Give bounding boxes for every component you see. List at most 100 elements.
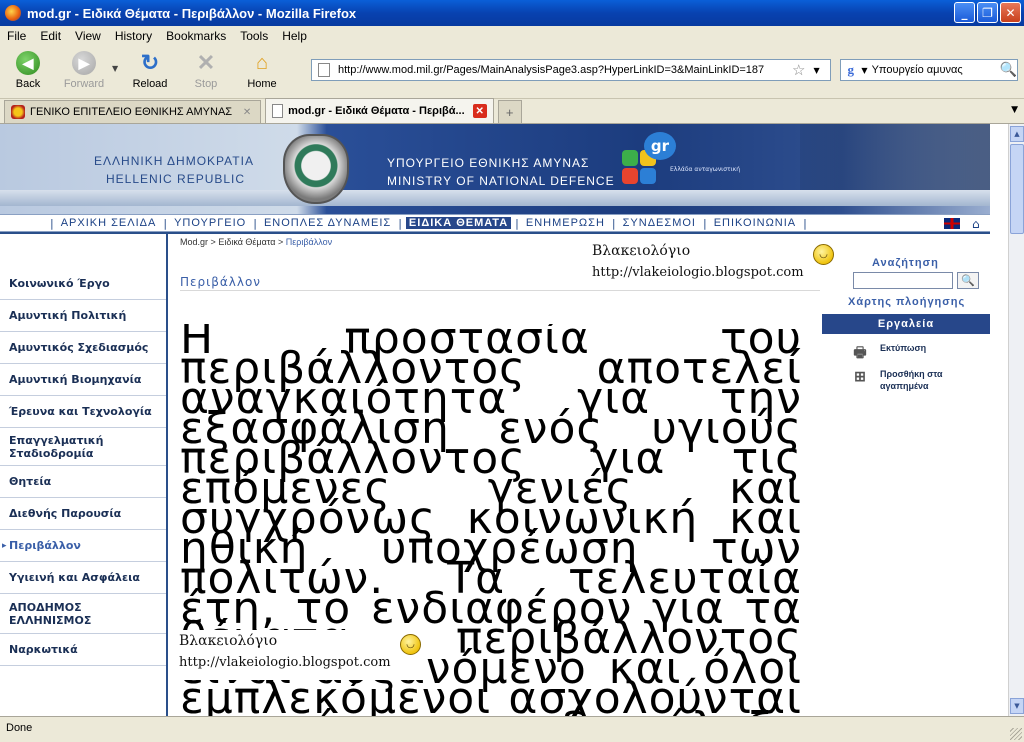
history-dropdown-icon[interactable]: ▼ [112, 64, 122, 73]
topnav-armed-forces[interactable]: ΕΝΟΠΛΕΣ ΔΥΝΑΜΕΙΣ [261, 217, 394, 229]
scroll-up-icon[interactable]: ▲ [1010, 126, 1024, 142]
sidebar-item-international[interactable]: Διεθνής Παρουσία [0, 498, 166, 530]
menu-history[interactable]: History [108, 29, 159, 43]
navigation-toolbar: ◀ Back ▶ Forward ▼ ↻ Reload ✕ Stop ⌂ Hom… [0, 46, 1024, 96]
topnav-ministry[interactable]: ΥΠΟΥΡΓΕΙΟ [171, 217, 249, 229]
topnav-contact[interactable]: ΕΠΙΚΟΙΝΩΝΙΑ [711, 217, 799, 229]
sidebar-item-diaspora[interactable]: ΑΠΟΔΗΜΟΣ ΕΛΛΗΝΙΣΜΟΣ [0, 594, 166, 634]
back-label: Back [15, 78, 41, 90]
stop-label: Stop [194, 78, 218, 90]
tools-heading: Εργαλεία [822, 314, 990, 334]
window-title: mod.gr - Ειδικά Θέματα - Περιβάλλον - Mo… [27, 5, 357, 21]
restore-button[interactable]: ❐ [977, 2, 998, 23]
tab-label: ΓΕΝΙΚΟ ΕΠΙΤΕΛΕΙΟ ΕΘΝΙΚΗΣ ΑΜΥΝΑΣ [30, 106, 233, 118]
window-titlebar: mod.gr - Ειδικά Θέματα - Περιβάλλον - Mo… [0, 0, 1024, 26]
breadcrumb: Mod.gr > Ειδικά Θέματα > Περιβάλλον [180, 237, 332, 247]
logo-square [622, 168, 638, 184]
url-input[interactable] [338, 64, 788, 76]
breadcrumb-section[interactable]: Ειδικά Θέματα [218, 237, 275, 247]
site-search-input[interactable] [853, 272, 953, 289]
web-search-bar[interactable]: g ▼ 🔍 [840, 59, 1018, 81]
reload-button[interactable]: ↻ Reload [122, 46, 178, 94]
google-icon[interactable]: g [844, 62, 857, 78]
add-favorite-icon: ⊞ [854, 368, 866, 384]
back-button[interactable]: ◀ Back [0, 46, 56, 94]
page-viewport: ΕΛΛΗΝΙΚΗ ΔΗΜΟΚΡΑΤΙΑ HELLENIC REPUBLIC ΥΠ… [0, 124, 1008, 716]
banner-strip [0, 190, 990, 206]
bookmark-star-icon[interactable]: ☆ [792, 61, 805, 79]
watermark-title: Βλακειολόγιο [592, 243, 691, 259]
scroll-thumb[interactable] [1010, 144, 1024, 234]
search-engine-dropdown-icon[interactable]: ▼ [861, 66, 867, 75]
scroll-down-icon[interactable]: ▼ [1010, 698, 1024, 714]
tab-favicon [11, 105, 25, 119]
sidebar-item-social-work[interactable]: Κοινωνικό Έργο [0, 268, 166, 300]
minimize-button[interactable]: _ [954, 2, 975, 23]
add-favorites-tool[interactable]: ⊞ Προσθήκη στα αγαπημένα [850, 368, 970, 392]
breadcrumb-home[interactable]: Mod.gr [180, 237, 208, 247]
topnav-news[interactable]: ΕΝΗΜΕΡΩΣΗ [523, 217, 608, 229]
firefox-icon [5, 5, 21, 21]
web-search-input[interactable] [871, 64, 1000, 76]
print-tool[interactable]: 🖶 Εκτύπωση [850, 342, 970, 360]
sidebar-item-drugs[interactable]: Ναρκωτικά [0, 634, 166, 666]
reload-icon: ↻ [140, 50, 160, 75]
search-icon[interactable]: 🔍 [1000, 62, 1017, 78]
site-search-button[interactable]: 🔍 [957, 272, 979, 289]
printer-icon: 🖶 [853, 344, 867, 360]
menu-edit[interactable]: Edit [33, 29, 68, 43]
sidebar-item-health-safety[interactable]: Υγιεινή και Ασφάλεια [0, 562, 166, 594]
site-home-icon[interactable]: ⌂ [972, 217, 980, 231]
tab-mod-environment[interactable]: mod.gr - Ειδικά Θέματα - Περιβά... ✕ [265, 98, 494, 123]
close-tab-icon[interactable]: ✕ [240, 105, 254, 119]
menu-file[interactable]: File [0, 29, 33, 43]
vertical-scrollbar[interactable]: ▲ ▼ [1008, 124, 1024, 716]
menu-view[interactable]: View [68, 29, 108, 43]
topnav-special-topics[interactable]: ΕΙΔΙΚΑ ΘΕΜΑΤΑ [405, 217, 512, 229]
forward-button[interactable]: ▶ Forward [56, 46, 112, 94]
tab-geetha[interactable]: ΓΕΝΙΚΟ ΕΠΙΤΕΛΕΙΟ ΕΘΝΙΚΗΣ ΑΜΥΝΑΣ ✕ [4, 100, 262, 123]
sidebar-item-defence-policy[interactable]: Αμυντική Πολιτική [0, 300, 166, 332]
gr-competitive-logo: gr [622, 132, 682, 192]
sidebar-item-environment[interactable]: Περιβάλλον [0, 530, 166, 562]
site-search-label: Αναζήτηση [872, 257, 939, 269]
sidebar-item-research-technology[interactable]: Έρευνα και Τεχνολογία [0, 396, 166, 428]
side-menu: Κοινωνικό Έργο Αμυντική Πολιτική Αμυντικ… [0, 234, 168, 716]
topnav-links[interactable]: ΣΥΝΔΕΣΜΟΙ [620, 217, 699, 229]
watermark-url: http://vlakeiologio.blogspot.com [592, 265, 804, 280]
tab-list-icon[interactable]: ▼ [1011, 105, 1018, 115]
smiley-icon: ◡ [813, 244, 834, 265]
new-tab-button[interactable]: + [497, 100, 522, 123]
english-flag-icon[interactable] [944, 218, 960, 229]
sitemap-link[interactable]: Χάρτης πλοήγησης [848, 296, 965, 308]
logo-square [640, 168, 656, 184]
sidebar-item-military-service[interactable]: Θητεία [0, 466, 166, 498]
sidebar-item-career[interactable]: Επαγγελματική Σταδιοδρομία [0, 428, 166, 466]
ministry-english: MINISTRY OF NATIONAL DEFENCE [387, 174, 615, 188]
close-tab-icon[interactable]: ✕ [472, 104, 487, 118]
close-window-button[interactable]: ✕ [1000, 2, 1021, 23]
url-dropdown-icon[interactable]: ▼ [813, 66, 819, 75]
watermark-url: http://vlakeiologio.blogspot.com [179, 655, 391, 670]
sidebar-item-defence-planning[interactable]: Αμυντικός Σχεδιασμός [0, 332, 166, 364]
address-bar[interactable]: ☆ ▼ [311, 59, 831, 81]
blog-watermark-bottom: Βλακειολόγιο http://vlakeiologio.blogspo… [174, 630, 424, 680]
sidebar-item-defence-industry[interactable]: Αμυντική Βιομηχανία [0, 364, 166, 396]
menu-bookmarks[interactable]: Bookmarks [159, 29, 233, 43]
republic-english: HELLENIC REPUBLIC [106, 172, 246, 186]
add-favorites-label: Προσθήκη στα αγαπημένα [880, 369, 943, 391]
republic-greek: ΕΛΛΗΝΙΚΗ ΔΗΜΟΚΡΑΤΙΑ [94, 154, 254, 168]
banner-photo [800, 124, 990, 190]
menu-tools[interactable]: Tools [233, 29, 275, 43]
gr-logo-tagline: Ελλάδα ανταγωνιστική [670, 166, 740, 173]
blog-watermark-top: Βλακειολόγιο http://vlakeiologio.blogspo… [587, 240, 837, 288]
menu-help[interactable]: Help [275, 29, 314, 43]
stop-button[interactable]: ✕ Stop [178, 46, 234, 94]
topnav-home[interactable]: ΑΡΧΙΚΗ ΣΕΛΙΔΑ [58, 217, 160, 229]
home-button[interactable]: ⌂ Home [234, 46, 290, 94]
forward-arrow-icon: ▶ [72, 51, 96, 75]
menu-bar: File Edit View History Bookmarks Tools H… [0, 26, 1024, 46]
tab-bar: ΓΕΝΙΚΟ ΕΠΙΤΕΛΕΙΟ ΕΘΝΙΚΗΣ ΑΜΥΝΑΣ ✕ mod.gr… [0, 98, 1024, 124]
page-title: Περιβάλλον [180, 275, 262, 289]
resize-grip-icon[interactable] [1010, 728, 1022, 740]
